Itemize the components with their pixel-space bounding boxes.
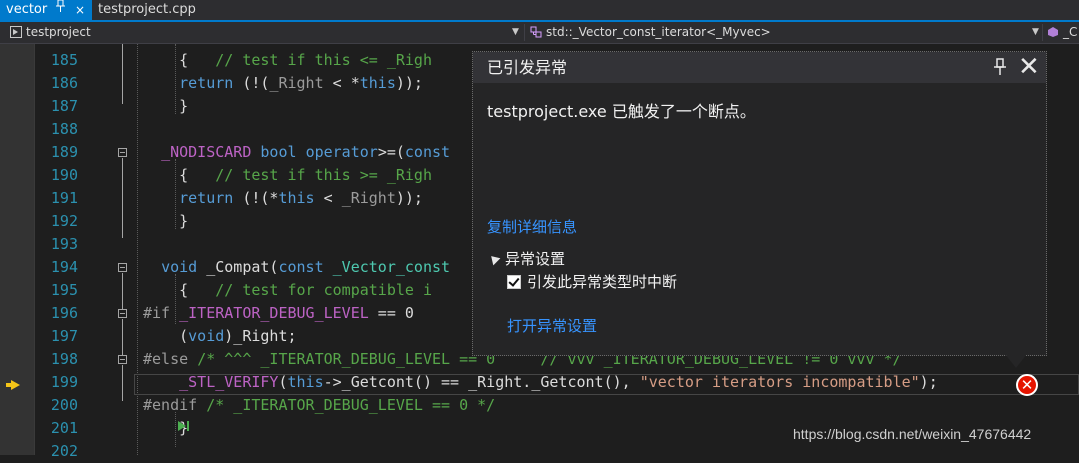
line-number: 187 bbox=[50, 97, 78, 115]
arrow-right-icon bbox=[11, 380, 20, 390]
line-number: 202 bbox=[50, 442, 78, 460]
code-text: { // test for compatible i bbox=[143, 281, 432, 299]
code-text: } bbox=[143, 212, 189, 230]
tab-testproject-cpp[interactable]: testproject.cpp bbox=[92, 0, 202, 20]
member-name: _C bbox=[1063, 25, 1078, 39]
code-text: { // test if this <= _Righ bbox=[143, 51, 432, 69]
line-number: 185 bbox=[50, 51, 78, 69]
code-text: (void)_Right; bbox=[143, 327, 297, 345]
line-number: 194 bbox=[50, 258, 78, 276]
step-into-icon-bar bbox=[187, 421, 189, 431]
scope-name: std::_Vector_const_iterator<_Myvec> bbox=[546, 25, 771, 39]
line-number: 200 bbox=[50, 396, 78, 414]
break-on-exception-label: 引发此异常类型时中断 bbox=[527, 273, 678, 291]
chevron-down-icon[interactable]: ▼ bbox=[1032, 22, 1039, 43]
exception-settings-label: 异常设置 bbox=[505, 250, 566, 268]
line-number: 193 bbox=[50, 235, 78, 253]
fold-toggle[interactable] bbox=[118, 263, 127, 272]
exception-settings-section[interactable]: 异常设置 bbox=[487, 248, 566, 269]
close-icon[interactable]: × bbox=[75, 0, 85, 20]
fold-toggle[interactable] bbox=[118, 355, 127, 364]
line-number: 201 bbox=[50, 419, 78, 437]
line-number: 186 bbox=[50, 74, 78, 92]
scope-dropdown[interactable]: std::_Vector_const_iterator<_Myvec> bbox=[530, 22, 1030, 43]
document-tab-bar: vector × testproject.cpp bbox=[0, 0, 1079, 22]
line-number: 196 bbox=[50, 304, 78, 322]
class-icon bbox=[530, 26, 542, 38]
code-text: return (!(_Right < *this)); bbox=[179, 74, 423, 92]
expander-triangle-icon[interactable] bbox=[487, 252, 501, 266]
line-number: 191 bbox=[50, 189, 78, 207]
open-exception-settings-link[interactable]: 打开异常设置 bbox=[507, 315, 597, 336]
tab-testproject-label: testproject.cpp bbox=[98, 2, 196, 17]
project-icon bbox=[10, 26, 22, 38]
code-text: #if _ITERATOR_DEBUG_LEVEL == 0 bbox=[143, 304, 414, 322]
line-number: 197 bbox=[50, 327, 78, 345]
copy-details-link[interactable]: 复制详细信息 bbox=[487, 216, 577, 237]
tab-vector-label: vector bbox=[6, 2, 48, 17]
popup-title-bar: 已引发异常 ✕ bbox=[473, 52, 1046, 83]
project-name: testproject bbox=[26, 25, 91, 39]
code-line[interactable]: 200 #endif /* _ITERATOR_DEBUG_LEVEL == 0 … bbox=[0, 394, 1079, 417]
code-text: #endif /* _ITERATOR_DEBUG_LEVEL == 0 */ bbox=[143, 396, 496, 414]
code-text: } bbox=[143, 97, 189, 115]
line-number: 195 bbox=[50, 281, 78, 299]
error-icon[interactable]: ✕ bbox=[1016, 374, 1038, 396]
pin-icon[interactable] bbox=[56, 0, 65, 20]
current-statement-highlight bbox=[134, 374, 1079, 395]
exception-helper-popup: 已引发异常 ✕ testproject.exe 已触发了一个断点。 复制详细信息… bbox=[472, 51, 1047, 356]
member-dropdown[interactable]: _C bbox=[1047, 22, 1079, 43]
break-on-exception-checkbox[interactable] bbox=[507, 275, 521, 289]
code-line[interactable]: 202 bbox=[0, 440, 1079, 463]
step-into-icon[interactable] bbox=[178, 421, 186, 431]
project-dropdown[interactable]: testproject bbox=[10, 22, 505, 43]
code-text: void _Compat(const _Vector_const bbox=[161, 258, 451, 276]
navigation-bar: testproject ▼ std::_Vector_const_iterato… bbox=[0, 22, 1079, 44]
line-number: 199 bbox=[50, 373, 78, 391]
close-icon[interactable]: ✕ bbox=[1018, 53, 1040, 81]
code-text: { // test if this >= _Righ bbox=[143, 166, 432, 184]
line-number: 189 bbox=[50, 143, 78, 161]
exception-message: testproject.exe 已触发了一个断点。 bbox=[487, 102, 756, 121]
popup-pointer bbox=[1005, 354, 1027, 368]
chevron-down-icon[interactable]: ▼ bbox=[512, 22, 519, 43]
line-number: 190 bbox=[50, 166, 78, 184]
watermark: https://blog.csdn.net/weixin_47676442 bbox=[793, 426, 1032, 442]
code-text: _NODISCARD bool operator>=(const bbox=[161, 143, 451, 161]
fold-toggle[interactable] bbox=[118, 309, 127, 318]
method-icon bbox=[1048, 27, 1058, 37]
pin-icon[interactable] bbox=[993, 58, 1007, 76]
break-on-exception-option[interactable]: 引发此异常类型时中断 bbox=[507, 271, 677, 292]
tab-vector[interactable]: vector × bbox=[0, 0, 92, 20]
code-text: return (!(*this < _Right)); bbox=[179, 189, 423, 207]
line-number: 198 bbox=[50, 350, 78, 368]
fold-toggle[interactable] bbox=[118, 148, 127, 157]
line-number: 188 bbox=[50, 120, 78, 138]
popup-title: 已引发异常 bbox=[487, 58, 568, 77]
line-number: 192 bbox=[50, 212, 78, 230]
